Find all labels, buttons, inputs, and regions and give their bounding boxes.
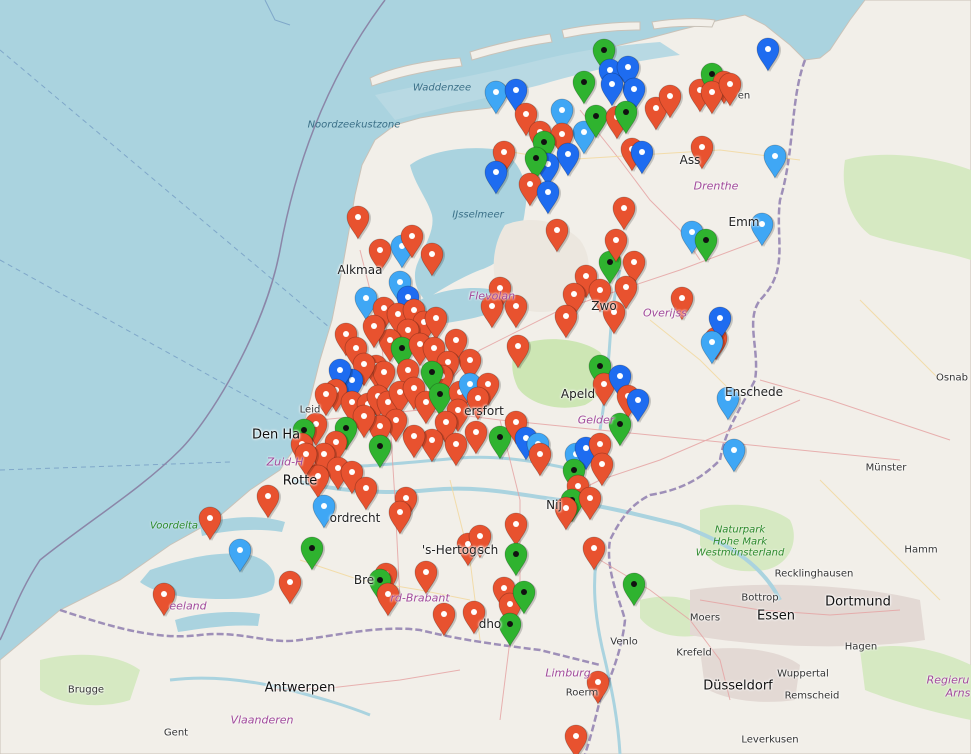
- forest-area: [40, 654, 140, 706]
- map-view[interactable]: Waddenzee Noordzeekustzone IJsselmeer Dr…: [0, 0, 971, 754]
- map-canvas[interactable]: [0, 0, 971, 754]
- urban-area: [690, 584, 925, 647]
